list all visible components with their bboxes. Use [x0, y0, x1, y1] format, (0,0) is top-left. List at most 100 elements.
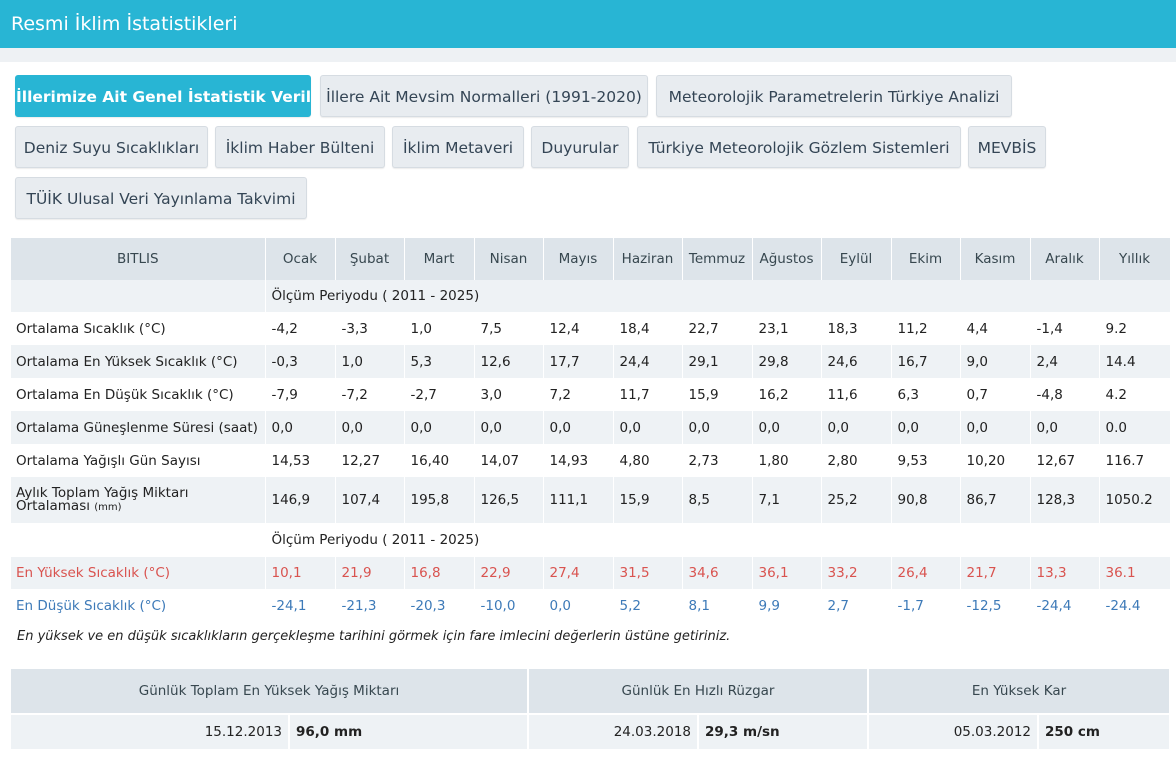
nav-tabs: İllerimize Ait Genel İstatistik Verileri… [0, 62, 1176, 232]
cell: 111,1 [543, 477, 614, 523]
max-temp-cell[interactable]: 22,9 [474, 557, 544, 589]
cell: 29,1 [682, 345, 753, 378]
cell: 16,2 [752, 378, 822, 411]
cell: 195,8 [404, 477, 475, 523]
tab-sea-temperatures[interactable]: Deniz Suyu Sıcaklıkları [15, 126, 208, 168]
cell: 2,80 [821, 444, 892, 477]
fastest-wind-date: 24.03.2018 [528, 713, 699, 749]
col-month: Haziran [613, 238, 683, 280]
tab-climate-bulletin[interactable]: İklim Haber Bülteni [215, 126, 385, 168]
max-temp-cell[interactable]: 21,9 [335, 557, 405, 589]
cell: -7,2 [335, 378, 405, 411]
station-name: BITLIS [11, 238, 266, 280]
max-temp-cell[interactable]: 36.1 [1099, 557, 1171, 589]
empty-cell [11, 523, 266, 557]
min-temp-cell[interactable]: -10,0 [474, 589, 544, 622]
site-header: Resmi İklim İstatistikleri [0, 0, 1176, 48]
min-temp-cell[interactable]: -24.4 [1099, 589, 1171, 622]
tab-general-statistics[interactable]: İllerimize Ait Genel İstatistik Verileri [15, 75, 335, 117]
cell: 11,2 [891, 312, 961, 345]
cell: 86,7 [960, 477, 1031, 523]
extremes-values-row: 15.12.2013 96,0 mm 24.03.2018 29,3 m/sn … [11, 713, 1171, 749]
cell: 0,7 [960, 378, 1031, 411]
period-row: Ölçüm Periyodu ( 2011 - 2025) [11, 523, 1171, 557]
tab-tuik-calendar[interactable]: TÜİK Ulusal Veri Yayınlama Takvimi [15, 177, 307, 219]
cell: -0,3 [265, 345, 336, 378]
max-temp-cell[interactable]: 21,7 [960, 557, 1031, 589]
cell: 14,93 [543, 444, 614, 477]
min-temp-cell[interactable]: 5,2 [613, 589, 683, 622]
tab-parameter-analysis[interactable]: Meteorolojik Parametrelerin Türkiye Anal… [656, 75, 1012, 117]
min-temp-cell[interactable]: 0,0 [543, 589, 614, 622]
min-temp-cell[interactable]: -24,4 [1030, 589, 1100, 622]
cell: 1050.2 [1099, 477, 1171, 523]
row-label: Ortalama En Düşük Sıcaklık (°C) [11, 378, 266, 411]
min-temp-cell[interactable]: 9,9 [752, 589, 822, 622]
table-row: Aylık Toplam Yağış Miktarı Ortalaması (m… [11, 477, 1171, 523]
cell: 1,80 [752, 444, 822, 477]
cell: 107,4 [335, 477, 405, 523]
cell: 4,4 [960, 312, 1031, 345]
cell: 9.2 [1099, 312, 1171, 345]
table-row: Ortalama En Yüksek Sıcaklık (°C) -0,3 1,… [11, 345, 1171, 378]
cell: 11,6 [821, 378, 892, 411]
max-rainfall-date: 15.12.2013 [11, 713, 290, 749]
cell: 25,2 [821, 477, 892, 523]
col-month: Mart [404, 238, 475, 280]
min-temp-cell[interactable]: -20,3 [404, 589, 475, 622]
cell: 29,8 [752, 345, 822, 378]
cell: 2,73 [682, 444, 753, 477]
empty-cell [11, 280, 266, 312]
min-temp-cell[interactable]: -24,1 [265, 589, 336, 622]
cell: 0.0 [1099, 411, 1171, 444]
min-temp-cell[interactable]: -21,3 [335, 589, 405, 622]
cell: 90,8 [891, 477, 961, 523]
tab-climate-metadata[interactable]: İklim Metaveri [392, 126, 524, 168]
extremes-table: Günlük Toplam En Yüksek Yağış Miktarı Gü… [11, 669, 1171, 749]
cell: 1,0 [404, 312, 475, 345]
cell: 0,0 [682, 411, 753, 444]
max-temp-cell[interactable]: 16,8 [404, 557, 475, 589]
max-temp-cell[interactable]: 36,1 [752, 557, 822, 589]
col-month: Kasım [960, 238, 1031, 280]
row-label: Aylık Toplam Yağış Miktarı Ortalaması (m… [11, 477, 266, 523]
heading-fastest-wind: Günlük En Hızlı Rüzgar [528, 669, 869, 714]
max-temp-cell[interactable]: 27,4 [543, 557, 614, 589]
min-temp-cell[interactable]: -12,5 [960, 589, 1031, 622]
cell: 15,9 [682, 378, 753, 411]
min-temp-cell[interactable]: 2,7 [821, 589, 892, 622]
max-temp-cell[interactable]: 31,5 [613, 557, 683, 589]
cell: 15,9 [613, 477, 683, 523]
cell: 12,6 [474, 345, 544, 378]
cell: 24,6 [821, 345, 892, 378]
extremes-header-row: Günlük Toplam En Yüksek Yağış Miktarı Gü… [11, 669, 1171, 714]
cell: 0,0 [474, 411, 544, 444]
heading-max-rainfall: Günlük Toplam En Yüksek Yağış Miktarı [11, 669, 529, 714]
max-temp-cell[interactable]: 10,1 [265, 557, 336, 589]
tab-announcements[interactable]: Duyurular [531, 126, 629, 168]
cell: 12,4 [543, 312, 614, 345]
row-label: En Düşük Sıcaklık (°C) [11, 589, 266, 622]
cell: 0,0 [960, 411, 1031, 444]
tab-observation-systems[interactable]: Türkiye Meteorolojik Gözlem Sistemleri [637, 126, 961, 168]
min-temp-cell[interactable]: 8,1 [682, 589, 753, 622]
climate-stats-table: BITLIS Ocak Şubat Mart Nisan Mayıs Hazir… [11, 238, 1171, 622]
cell: 4,80 [613, 444, 683, 477]
max-temp-cell[interactable]: 33,2 [821, 557, 892, 589]
tab-seasonal-normals[interactable]: İllere Ait Mevsim Normalleri (1991-2020) [320, 75, 648, 117]
col-month: Aralık [1030, 238, 1100, 280]
col-month: Ocak [265, 238, 336, 280]
cell: 14.4 [1099, 345, 1171, 378]
rain-label-line2: Ortalaması [16, 497, 90, 514]
max-temp-cell[interactable]: 26,4 [891, 557, 961, 589]
max-snow-date: 05.03.2012 [868, 713, 1039, 749]
tab-mevbis[interactable]: MEVBİS [968, 126, 1046, 168]
max-temp-cell[interactable]: 13,3 [1030, 557, 1100, 589]
col-month: Eylül [821, 238, 892, 280]
cell: 7,1 [752, 477, 822, 523]
max-temp-cell[interactable]: 34,6 [682, 557, 753, 589]
cell: -4,8 [1030, 378, 1100, 411]
period-label: Ölçüm Periyodu ( 2011 - 2025) [265, 280, 1171, 312]
min-temp-cell[interactable]: -1,7 [891, 589, 961, 622]
cell: -7,9 [265, 378, 336, 411]
